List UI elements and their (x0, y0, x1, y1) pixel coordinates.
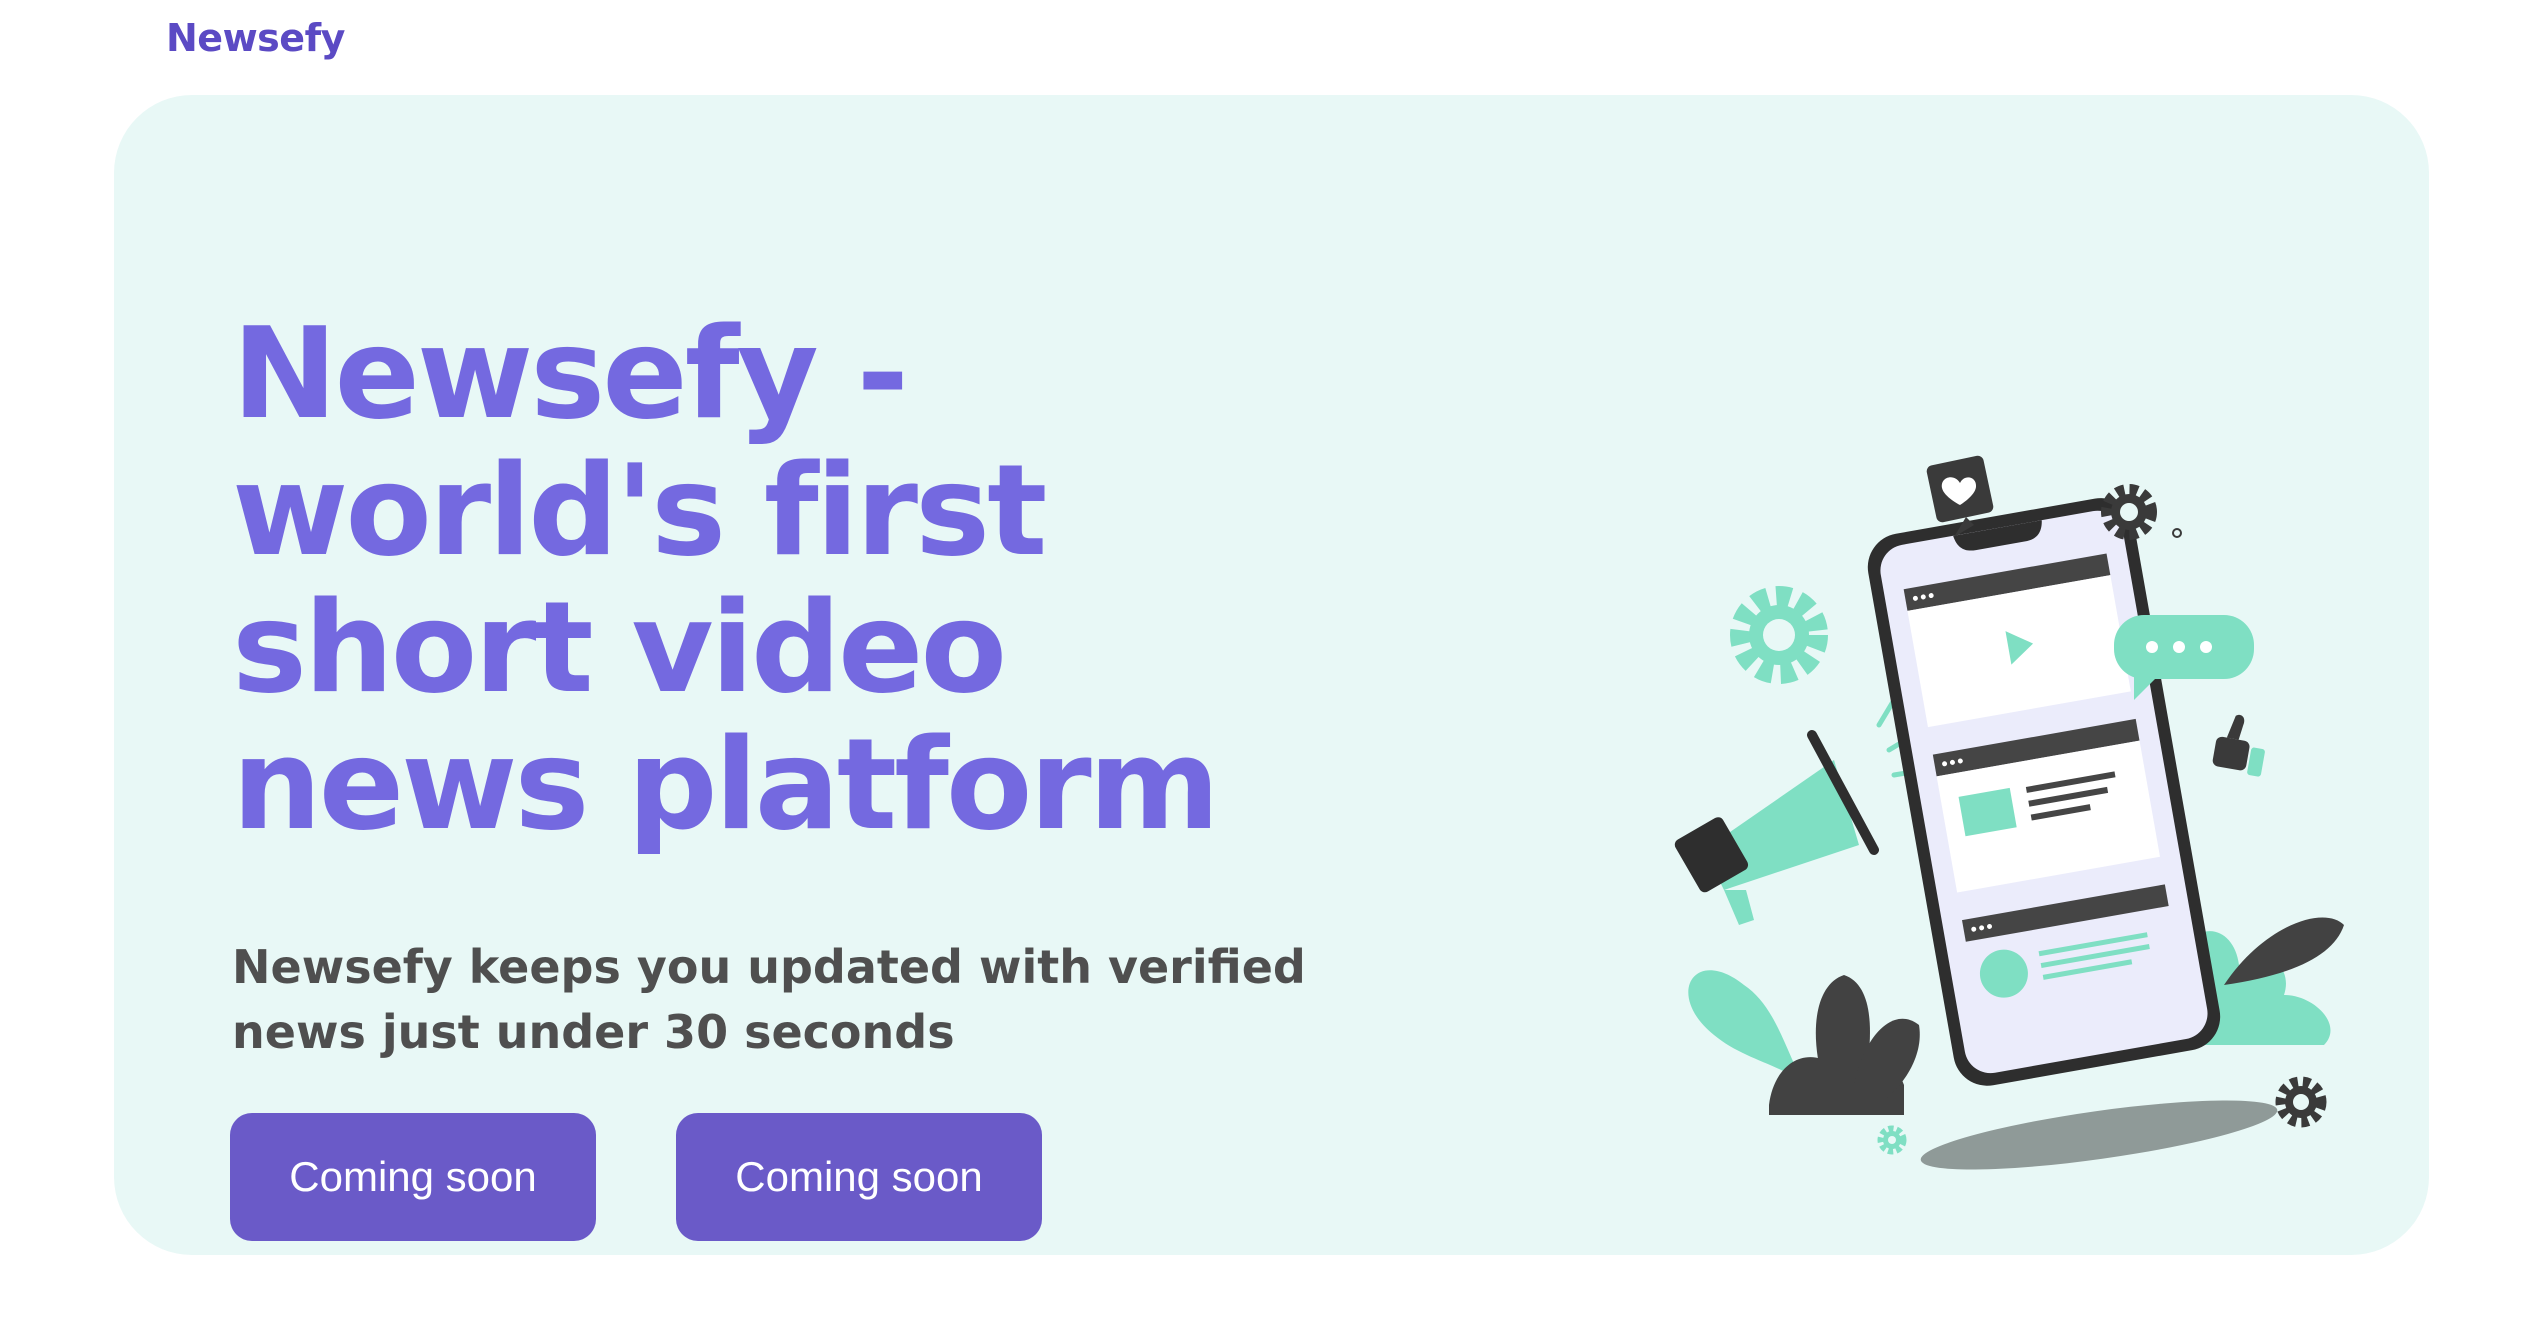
gear-icon (1730, 586, 1828, 684)
hero-headline: Newsefy - world's first short video news… (232, 305, 1432, 853)
subtitle-line: Newsefy keeps you updated with verified (232, 940, 1306, 994)
dark-plant-left (1769, 975, 1920, 1115)
thumbs-up-icon (2212, 714, 2265, 777)
gear-icon (2275, 1076, 2327, 1128)
brand-logo[interactable]: Newsefy (166, 16, 345, 60)
phone-shadow (1920, 1100, 2278, 1170)
chat-bubble-icon (2114, 615, 2254, 700)
phone-news-illustration (1674, 455, 2344, 1170)
hero-section: Newsefy - world's first short video news… (114, 95, 2429, 1255)
subtitle-line: news just under 30 seconds (232, 1005, 955, 1059)
coming-soon-button-2[interactable]: Coming soon (676, 1113, 1042, 1241)
headline-line: short video (232, 574, 1007, 721)
megaphone-icon (1674, 697, 1927, 925)
headline-line: Newsefy - (232, 300, 909, 447)
gear-icon (1877, 1125, 1907, 1155)
phone (1867, 498, 2221, 1086)
small-circle-icon (2172, 528, 2182, 538)
hero-subtitle: Newsefy keeps you updated with verified … (232, 935, 1332, 1065)
headline-line: news platform (232, 711, 1220, 858)
coming-soon-button-1[interactable]: Coming soon (230, 1113, 596, 1241)
headline-line: world's first (232, 437, 1047, 584)
